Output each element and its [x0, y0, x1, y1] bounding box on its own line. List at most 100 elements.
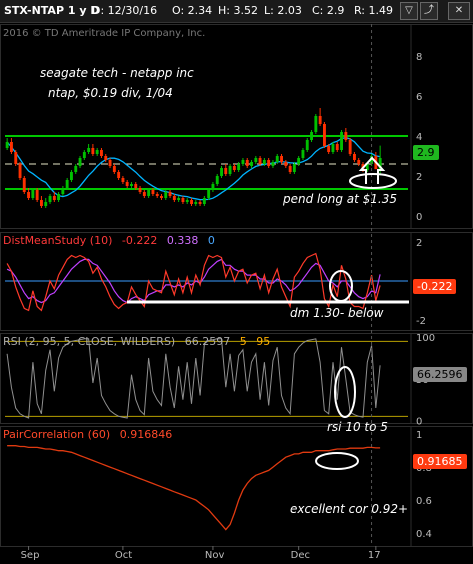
x-tick-label: Nov [205, 550, 225, 561]
candle-body [185, 200, 189, 202]
candle-body [323, 124, 326, 146]
candle-body [121, 178, 125, 182]
candle-body [5, 142, 9, 148]
main-pane-frame [0, 24, 473, 229]
pc-tag: 0.91685 [413, 454, 467, 469]
candle-body [275, 156, 279, 162]
pc-title[interactable]: PairCorrelation (60) 0.916846 [3, 428, 172, 441]
candle-body [95, 150, 99, 154]
candle-body [241, 160, 245, 164]
annotation-dividend: ntap, $0.19 div, 1/04 [48, 86, 173, 100]
candle-body [160, 196, 163, 198]
candle-body [340, 132, 343, 150]
candle-body [194, 202, 198, 204]
candle-body [220, 168, 223, 176]
candle-body [164, 192, 168, 198]
candle-body [108, 160, 112, 166]
candle-body [48, 196, 52, 202]
price-tag: 2.9 [413, 145, 439, 160]
candle-body [224, 168, 228, 174]
pc-pane-frame [0, 426, 473, 547]
copyright-text: 2016 © TD Ameritrade IP Company, Inc. [3, 28, 206, 39]
candle-body [198, 202, 202, 204]
candle-body [314, 116, 318, 132]
candle-body [250, 162, 253, 166]
candle-body [147, 190, 151, 196]
candle-body [254, 158, 258, 162]
annotation-cor: excellent cor 0.92+ [290, 502, 409, 516]
annotation-rsi: rsi 10 to 5 [327, 420, 388, 434]
price-tick-label: 8 [416, 52, 422, 63]
candle-body [202, 198, 206, 204]
candle-body [207, 190, 211, 198]
candle-body [348, 140, 352, 154]
annotation-pend-long: pend long at $1.35 [283, 192, 397, 206]
corr-ellipse [315, 452, 359, 470]
dms-signal-value: 0.338 [166, 234, 199, 247]
candle-body [232, 166, 236, 170]
rsi-value: 66.2597 [184, 335, 231, 348]
candle-body [318, 116, 322, 124]
candle-body [14, 152, 18, 164]
pc-value: 0.916846 [119, 428, 173, 441]
candle-body [237, 164, 241, 170]
candle-body [297, 158, 301, 164]
candle-body [117, 172, 121, 178]
candle-body [35, 190, 39, 200]
candle-body [18, 164, 22, 178]
candle-body [211, 184, 215, 190]
candle-body [267, 160, 271, 166]
rsi-title[interactable]: RSI (2, 95, 5, CLOSE, WILDERS) 66.2597 5… [3, 335, 270, 348]
candle-body [292, 164, 296, 172]
pend-ellipse [349, 173, 397, 189]
price-tick-label: 2 [416, 172, 422, 183]
chart-window: STX-NTAP 1 y D D: 12/30/16 O: 2.34 H: 3.… [0, 0, 473, 564]
pc-tick-label: 0.6 [416, 496, 432, 507]
candle-body [130, 184, 133, 186]
price-tick-label: 6 [416, 92, 422, 103]
candle-body [262, 160, 266, 164]
candle-body [151, 190, 155, 194]
candle-body [271, 162, 275, 166]
candle-body [142, 192, 146, 196]
candle-body [125, 182, 129, 186]
candle-body [288, 166, 292, 172]
candle-body [327, 146, 331, 152]
candle-body [310, 132, 313, 140]
x-tick-label: Dec [291, 550, 310, 561]
dms-zero-value: 0 [207, 234, 215, 247]
correlation-line [7, 445, 381, 531]
rsi-oversold-value: 5 [239, 335, 247, 348]
rsi-tick-label: 100 [416, 333, 435, 344]
candle-body [138, 188, 142, 192]
candle-body [104, 156, 108, 160]
rsi-line [6, 338, 381, 419]
rsi-name: RSI (2, 95, 5, CLOSE, WILDERS) [3, 335, 176, 348]
annotation-company: seagate tech - netapp inc [40, 66, 194, 80]
candle-body [70, 172, 73, 180]
dms-name: DistMeanStudy (10) [3, 234, 113, 247]
x-tick-label: Sep [21, 550, 40, 561]
candle-body [284, 162, 288, 166]
price-tick-label: 4 [416, 132, 422, 143]
dms-title[interactable]: DistMeanStudy (10) -0.222 0.338 0 [3, 234, 215, 247]
rsi-tag: 66.2596 [413, 367, 467, 382]
candle-body [52, 196, 56, 200]
candle-body [82, 152, 86, 158]
candle-body [172, 196, 176, 200]
chart-canvas[interactable]: 02468 -22 050100 0.40.60.81 SepOctNovDec… [0, 0, 473, 564]
pc-name: PairCorrelation (60) [3, 428, 111, 441]
candle-body [305, 140, 309, 150]
candle-body [181, 198, 185, 202]
rsi-tick-label: 0 [416, 417, 422, 428]
candle-body [78, 158, 82, 166]
candle-body [31, 190, 35, 198]
candle-body [10, 142, 13, 152]
dms-tag: -0.222 [413, 279, 457, 294]
rsi-overbought-value: 95 [256, 335, 271, 348]
candle-body [112, 166, 116, 172]
candle-body [177, 198, 181, 200]
candle-body [331, 144, 335, 152]
candle-body [74, 166, 78, 172]
candle-body [215, 176, 219, 184]
